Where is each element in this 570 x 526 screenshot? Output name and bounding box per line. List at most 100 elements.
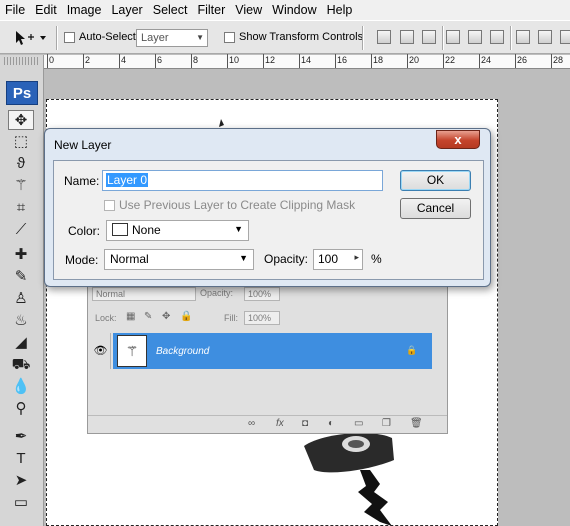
fill-field[interactable]: 100% (244, 311, 280, 325)
clipping-mask-label: Use Previous Layer to Create Clipping Ma… (119, 198, 356, 212)
menu-edit[interactable]: Edit (30, 0, 62, 20)
chevron-down-icon: ▼ (239, 253, 248, 263)
menu-select[interactable]: Select (148, 0, 193, 20)
lock-move-icon[interactable]: ✥ (162, 311, 170, 322)
shape-tool-button[interactable]: ▭ (8, 493, 34, 513)
ruler-tick: 4 (121, 55, 127, 65)
layers-scrollbar[interactable] (432, 329, 444, 417)
layers-opacity-field[interactable]: 100% (244, 287, 280, 301)
separator (362, 26, 364, 50)
mode-value: Normal (110, 252, 149, 266)
layer-name: Background (156, 346, 210, 357)
separator (510, 26, 512, 50)
opacity-slider-arrow-icon[interactable]: ▸ (354, 252, 359, 263)
layers-opacity-label: Opacity: (200, 288, 234, 298)
close-button[interactable]: x (436, 130, 480, 149)
path-selection-tool-button[interactable]: ➤ (8, 471, 34, 491)
distribute-bottom-icon[interactable] (560, 30, 570, 44)
photoshop-logo: Ps (6, 81, 38, 105)
blur-tool-button[interactable]: 💧 (8, 377, 34, 397)
mode-dropdown[interactable]: Normal ▼ (104, 249, 254, 270)
auto-select-dropdown[interactable]: Layer ▼ (136, 29, 208, 47)
show-transform-label: Show Transform Controls (239, 31, 364, 43)
ruler-tick: 18 (373, 55, 384, 65)
pen-tool-button[interactable]: ✒ (8, 427, 34, 447)
separator (442, 26, 444, 50)
dialog-client: Name: Layer 0 OK Cancel Use Previous Lay… (53, 160, 484, 280)
blend-mode-dropdown[interactable]: Normal (92, 287, 196, 301)
artwork-pen-cap (304, 432, 394, 526)
ruler-tick: 10 (229, 55, 240, 65)
toolbox-grip[interactable] (4, 57, 39, 65)
eraser-tool-button[interactable]: ◢ (8, 333, 34, 353)
layers-footer: ∞ fx ◘ ◐ ▭ ❐ 🗑 (88, 415, 447, 433)
cancel-button[interactable]: Cancel (400, 198, 471, 219)
align-hcenter-icon[interactable] (468, 30, 482, 44)
color-label: Color: (68, 224, 101, 238)
separator (56, 26, 58, 50)
move-tool-button[interactable]: ✥ (8, 110, 34, 130)
magic-wand-tool-button[interactable]: ⚚ (8, 176, 34, 196)
new-group-icon[interactable]: ▭ (354, 418, 363, 429)
auto-select-checkbox[interactable] (64, 32, 75, 43)
layers-panel: Normal Opacity: 100% Lock: ▦ ✎ ✥ 🔒 Fill:… (87, 282, 448, 434)
distribute-center-icon[interactable] (538, 30, 552, 44)
trash-icon[interactable]: 🗑 (410, 418, 423, 429)
ruler-tick: 28 (553, 55, 564, 65)
options-bar: Auto-Select: Layer ▼ Show Transform Cont… (0, 20, 570, 54)
marquee-tool-button[interactable]: ⬚ (8, 132, 34, 152)
menu-bar: File Edit Image Layer Select Filter View… (0, 0, 570, 20)
link-layers-icon[interactable]: ∞ (248, 418, 255, 429)
align-left-icon[interactable] (446, 30, 460, 44)
menu-view[interactable]: View (230, 0, 267, 20)
fx-icon[interactable]: fx (276, 418, 284, 429)
lock-all-icon[interactable]: 🔒 (180, 311, 192, 322)
menu-file[interactable]: File (0, 0, 30, 20)
eyedropper-tool-button[interactable]: ⟋ (8, 220, 34, 240)
ok-button[interactable]: OK (400, 170, 471, 191)
align-right-icon[interactable] (490, 30, 504, 44)
adjustment-layer-icon[interactable]: ◐ (328, 418, 334, 429)
new-layer-icon[interactable]: ❐ (382, 418, 391, 429)
opacity-label: Opacity: (264, 252, 309, 266)
menu-layer[interactable]: Layer (106, 0, 147, 20)
menu-image[interactable]: Image (62, 0, 107, 20)
align-bottom-icon[interactable] (422, 30, 436, 44)
eye-icon[interactable]: 👁 (91, 333, 111, 369)
paint-bucket-tool-button[interactable]: ⛟ (8, 355, 34, 375)
history-brush-tool-button[interactable]: ♨ (8, 311, 34, 331)
dodge-tool-button[interactable]: ⚲ (8, 399, 34, 419)
chevron-down-icon: ▼ (196, 33, 204, 42)
lock-transparency-icon[interactable]: ▦ (126, 311, 135, 322)
menu-help[interactable]: Help (322, 0, 358, 20)
horizontal-ruler: 0 2 4 6 8 10 12 14 16 18 20 22 24 26 28 (44, 54, 570, 69)
healing-brush-tool-button[interactable]: ✚ (8, 245, 34, 265)
clone-stamp-tool-button[interactable]: ♙ (8, 289, 34, 309)
opacity-unit: % (371, 252, 382, 266)
blend-mode-value: Normal (96, 289, 126, 299)
opacity-field[interactable]: 100 ▸ (313, 249, 363, 270)
name-field[interactable]: Layer 0 (102, 170, 383, 191)
brush-tool-button[interactable]: ✎ (8, 267, 34, 287)
color-dropdown[interactable]: None ▼ (106, 220, 249, 241)
clipping-mask-checkbox[interactable] (104, 200, 115, 211)
crop-tool-button[interactable]: ⌗ (8, 198, 34, 218)
menu-window[interactable]: Window (267, 0, 321, 20)
fill-value: 100% (248, 313, 272, 323)
lock-paint-icon[interactable]: ✎ (144, 311, 152, 322)
menu-filter[interactable]: Filter (192, 0, 230, 20)
name-label: Name: (64, 174, 100, 188)
move-tool-icon[interactable] (12, 29, 50, 47)
align-vcenter-icon[interactable] (400, 30, 414, 44)
type-tool-button[interactable]: T (8, 449, 34, 469)
align-top-icon[interactable] (377, 30, 391, 44)
lock-label: Lock: (95, 313, 117, 323)
ruler-tick: 26 (517, 55, 528, 65)
lasso-tool-button[interactable]: ϑ (8, 154, 34, 174)
ruler-tick: 6 (157, 55, 163, 65)
add-mask-icon[interactable]: ◘ (302, 418, 308, 429)
show-transform-checkbox[interactable] (224, 32, 235, 43)
ruler-tick: 24 (481, 55, 492, 65)
distribute-top-icon[interactable] (516, 30, 530, 44)
ruler-tick: 22 (445, 55, 456, 65)
